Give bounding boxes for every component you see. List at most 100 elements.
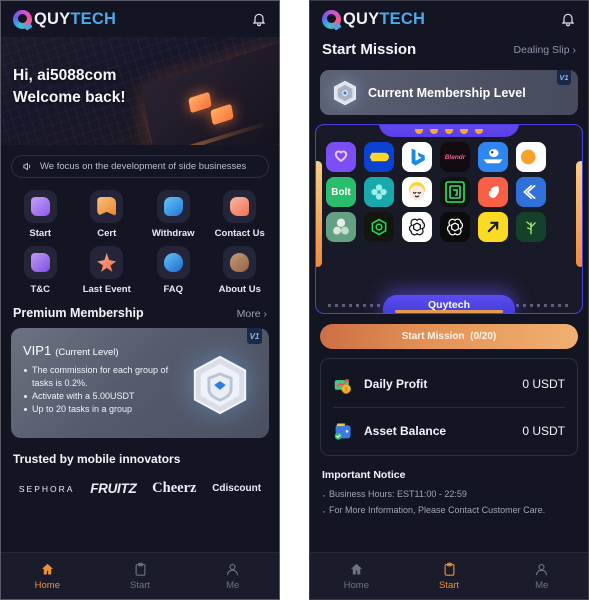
wallet-icon [334, 423, 351, 440]
app-orange-white-icon[interactable] [516, 142, 546, 172]
quick-action-label: About Us [218, 284, 261, 295]
more-link[interactable]: More › [237, 308, 267, 320]
announcement-bar[interactable]: We focus on the development of side busi… [11, 155, 269, 178]
app-bolt-label: Bolt [331, 186, 351, 198]
dealing-slip-link[interactable]: Dealing Slip › [514, 44, 576, 56]
document-start-icon [23, 190, 57, 223]
bell-icon[interactable] [560, 11, 576, 27]
tab-label: Home [343, 579, 369, 591]
stat-row-daily-profit[interactable]: $ Daily Profit 0 USDT [333, 361, 565, 407]
carousel-underline [395, 310, 503, 313]
quick-action-withdraw[interactable]: Withdraw [140, 190, 207, 239]
vip-shield-hex-icon [193, 355, 247, 415]
stats-card: $ Daily Profit 0 USDT Asset Balance 0 US… [320, 358, 578, 456]
stat-label: Asset Balance [364, 423, 447, 438]
quick-action-cert[interactable]: Cert [74, 190, 141, 239]
vip-level-note: (Current Level) [55, 347, 119, 358]
tab-label: Me [535, 579, 549, 591]
quick-action-tc[interactable]: T&C [7, 246, 74, 295]
app-openai-white-icon[interactable] [402, 212, 432, 242]
important-notice-title: Important Notice [322, 469, 406, 481]
membership-label: Current Membership Level [368, 85, 526, 100]
app-tag-blue-icon[interactable] [364, 142, 394, 172]
announcement-text: We focus on the development of side busi… [40, 161, 247, 172]
stat-value: 0 USDT [522, 423, 565, 438]
laptop-illustration [141, 41, 279, 145]
contact-us-icon [223, 190, 257, 223]
app-flower-teal-icon[interactable] [364, 177, 394, 207]
app-blendr-black-icon[interactable]: Blendr [440, 142, 470, 172]
quick-action-label: FAQ [163, 284, 184, 295]
app-plant-darkgreen-icon[interactable] [516, 212, 546, 242]
app-blendr-label: Blendr [444, 153, 466, 161]
faq-icon [156, 246, 190, 279]
app-carousel[interactable]: Blendr Bolt Quytech [315, 124, 583, 314]
clipboard-icon [444, 562, 454, 576]
app-leaf-sage-icon[interactable] [326, 212, 356, 242]
app-bing-white-icon[interactable] [402, 142, 432, 172]
app-heart-purple-icon[interactable] [326, 142, 356, 172]
app-hex-green-icon[interactable] [364, 212, 394, 242]
person-icon [536, 563, 548, 575]
app-maze-black-icon[interactable] [440, 177, 470, 207]
bottom-tab-bar: Home Start Me [1, 552, 279, 599]
app-bird-blue-icon[interactable] [478, 142, 508, 172]
tab-label: Me [226, 579, 240, 591]
brand-name-b: TECH [70, 9, 117, 28]
quick-action-about-us[interactable]: About Us [207, 246, 274, 295]
quick-action-contact-us[interactable]: Contact Us [207, 190, 274, 239]
app-bolt-green-icon[interactable]: Bolt [326, 177, 356, 207]
quick-action-label: T&C [30, 284, 51, 295]
brand-logo-fruitz: FRUITZ [90, 481, 137, 496]
carousel-left-rail [316, 161, 322, 267]
app-arrow-yellow-icon[interactable] [478, 212, 508, 242]
quick-action-faq[interactable]: FAQ [140, 246, 207, 295]
carousel-top-notch [379, 125, 519, 137]
notch-dot [430, 129, 438, 134]
trusted-title: Trusted by mobile innovators [13, 452, 181, 466]
home-icon [41, 563, 53, 574]
home-icon [350, 563, 362, 574]
notch-dot [415, 129, 423, 134]
hex-badge-icon [334, 80, 356, 105]
app-swirl-blue-icon[interactable] [516, 177, 546, 207]
app-smiley-yellow-icon[interactable] [402, 177, 432, 207]
chevron-right-icon: › [572, 43, 577, 56]
app-openai-black-icon[interactable] [440, 212, 470, 242]
quick-action-start[interactable]: Start [7, 190, 74, 239]
notice-item: Business Hours: EST11:00 - 22:59 [322, 485, 576, 506]
withdraw-icon [156, 190, 190, 223]
quick-action-label: Cert [97, 228, 117, 239]
app-comet-red-icon[interactable] [478, 177, 508, 207]
terms-conditions-icon [23, 246, 57, 279]
tab-label: Start [438, 579, 460, 591]
bell-icon[interactable] [251, 11, 267, 27]
hero-text: Hi, ai5088com Welcome back! [13, 65, 126, 109]
stat-row-asset-balance[interactable]: Asset Balance 0 USDT [333, 407, 565, 453]
quick-action-last-event[interactable]: Last Event [74, 246, 141, 295]
notice-item: For More Information, Please Contact Cus… [322, 501, 576, 522]
start-mission-counter: (0/20) [470, 331, 497, 342]
more-label: More [236, 308, 261, 320]
dual-screen-container: QUYTECH Hi, ai5088com Welcome back! We f… [0, 0, 589, 600]
svg-text:$: $ [345, 387, 348, 393]
mission-header: Start Mission Dealing Slip › [310, 37, 588, 58]
tab-start[interactable]: Start [94, 553, 187, 599]
quick-action-label: Contact Us [214, 228, 265, 239]
stat-label: Daily Profit [364, 377, 428, 391]
brand-name: QUYTECH [34, 10, 116, 29]
quick-action-label: Start [29, 228, 52, 239]
vip-card[interactable]: V1 VIP1 (Current Level) The commission fo… [11, 328, 269, 438]
current-membership-card[interactable]: Current Membership Level V1 [320, 70, 578, 115]
tab-home[interactable]: Home [310, 553, 403, 599]
welcome-subtitle: Welcome back! [13, 89, 126, 106]
notch-dot [475, 129, 483, 134]
tab-me[interactable]: Me [186, 553, 279, 599]
premium-membership-header: Premium Membership More › [1, 301, 279, 320]
start-mission-button[interactable]: Start Mission (0/20) [320, 324, 578, 349]
tab-me[interactable]: Me [495, 553, 588, 599]
home-screen: QUYTECH Hi, ai5088com Welcome back! We f… [0, 0, 280, 600]
tab-home[interactable]: Home [1, 553, 94, 599]
speaker-icon [23, 162, 31, 171]
tab-start[interactable]: Start [403, 553, 496, 599]
